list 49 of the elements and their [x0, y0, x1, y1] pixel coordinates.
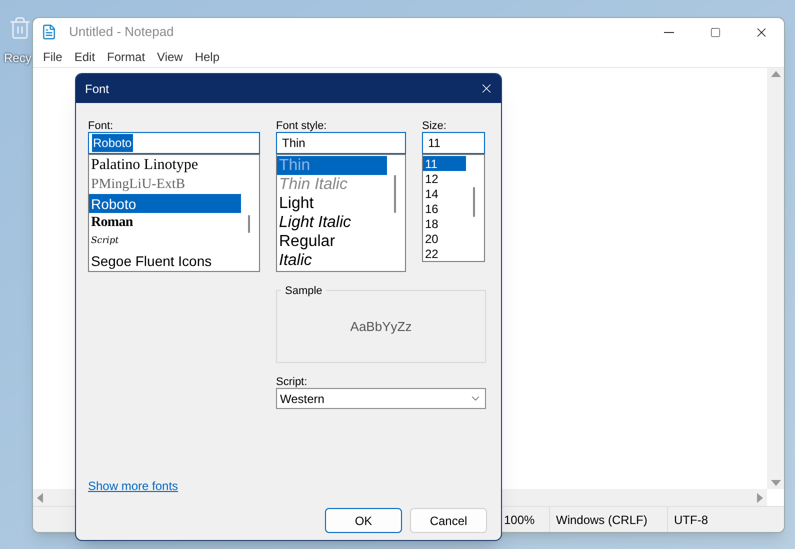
list-item[interactable]: 16: [423, 201, 466, 216]
script-label: Script:: [276, 375, 308, 388]
ok-button[interactable]: OK: [325, 508, 402, 533]
notepad-icon: [41, 24, 57, 40]
list-item[interactable]: Script: [89, 232, 241, 251]
menu-item[interactable]: Format: [102, 48, 150, 66]
size-field[interactable]: 11: [422, 132, 485, 154]
menu-item[interactable]: Edit: [69, 48, 100, 66]
list-item[interactable]: 11: [423, 156, 466, 171]
vertical-scrollbar[interactable]: [767, 68, 784, 489]
list-item[interactable]: Palatino Linotype: [89, 156, 241, 175]
list-item[interactable]: Roboto: [89, 194, 241, 213]
list-item[interactable]: 20: [423, 231, 466, 246]
show-more-fonts-link[interactable]: Show more fonts: [88, 477, 178, 495]
desktop-icon-label: Recy: [4, 50, 32, 67]
dialog-title: Font: [85, 80, 110, 98]
font-style-label: Font style:: [276, 119, 328, 132]
scrollbar-thumb[interactable]: [473, 187, 475, 217]
maximize-icon: [710, 26, 720, 38]
font-label: Font:: [88, 119, 114, 132]
cancel-button[interactable]: Cancel: [410, 508, 487, 533]
list-item[interactable]: 14: [423, 186, 466, 201]
scrollbar-thumb[interactable]: [394, 175, 396, 213]
list-item[interactable]: Segoe Fluent Icons: [89, 251, 241, 270]
recycle-bin-icon[interactable]: [8, 16, 32, 40]
list-item[interactable]: 18: [423, 216, 466, 231]
list-item[interactable]: Thin Italic: [277, 175, 387, 194]
size-label: Size:: [422, 119, 448, 132]
status-item: Windows (CRLF): [549, 507, 667, 532]
scroll-up-icon[interactable]: [770, 71, 780, 77]
scrollbar-thumb[interactable]: [248, 215, 250, 233]
font-style-field[interactable]: Thin: [276, 132, 406, 154]
list-item[interactable]: Italic: [277, 251, 387, 270]
list-item[interactable]: Light Italic: [277, 213, 387, 232]
script-dropdown[interactable]: Western: [276, 388, 486, 409]
sample-text: AaBbYyZz: [350, 318, 412, 336]
list-item[interactable]: 12: [423, 171, 466, 186]
menu-item[interactable]: View: [152, 48, 188, 66]
status-item: UTF-8: [667, 507, 714, 532]
window-title: Untitled - Notepad: [69, 23, 174, 42]
list-item[interactable]: PMingLiU-ExtB: [89, 175, 241, 194]
list-item[interactable]: Light: [277, 194, 387, 213]
sample-label: Sample: [281, 283, 326, 300]
list-item[interactable]: Roman: [89, 213, 241, 232]
font-field[interactable]: Roboto: [88, 132, 260, 154]
list-item[interactable]: Regular: [277, 232, 387, 251]
list-item[interactable]: 22: [423, 246, 466, 261]
menu-item[interactable]: Help: [190, 48, 225, 66]
menu-item[interactable]: File: [38, 48, 68, 66]
